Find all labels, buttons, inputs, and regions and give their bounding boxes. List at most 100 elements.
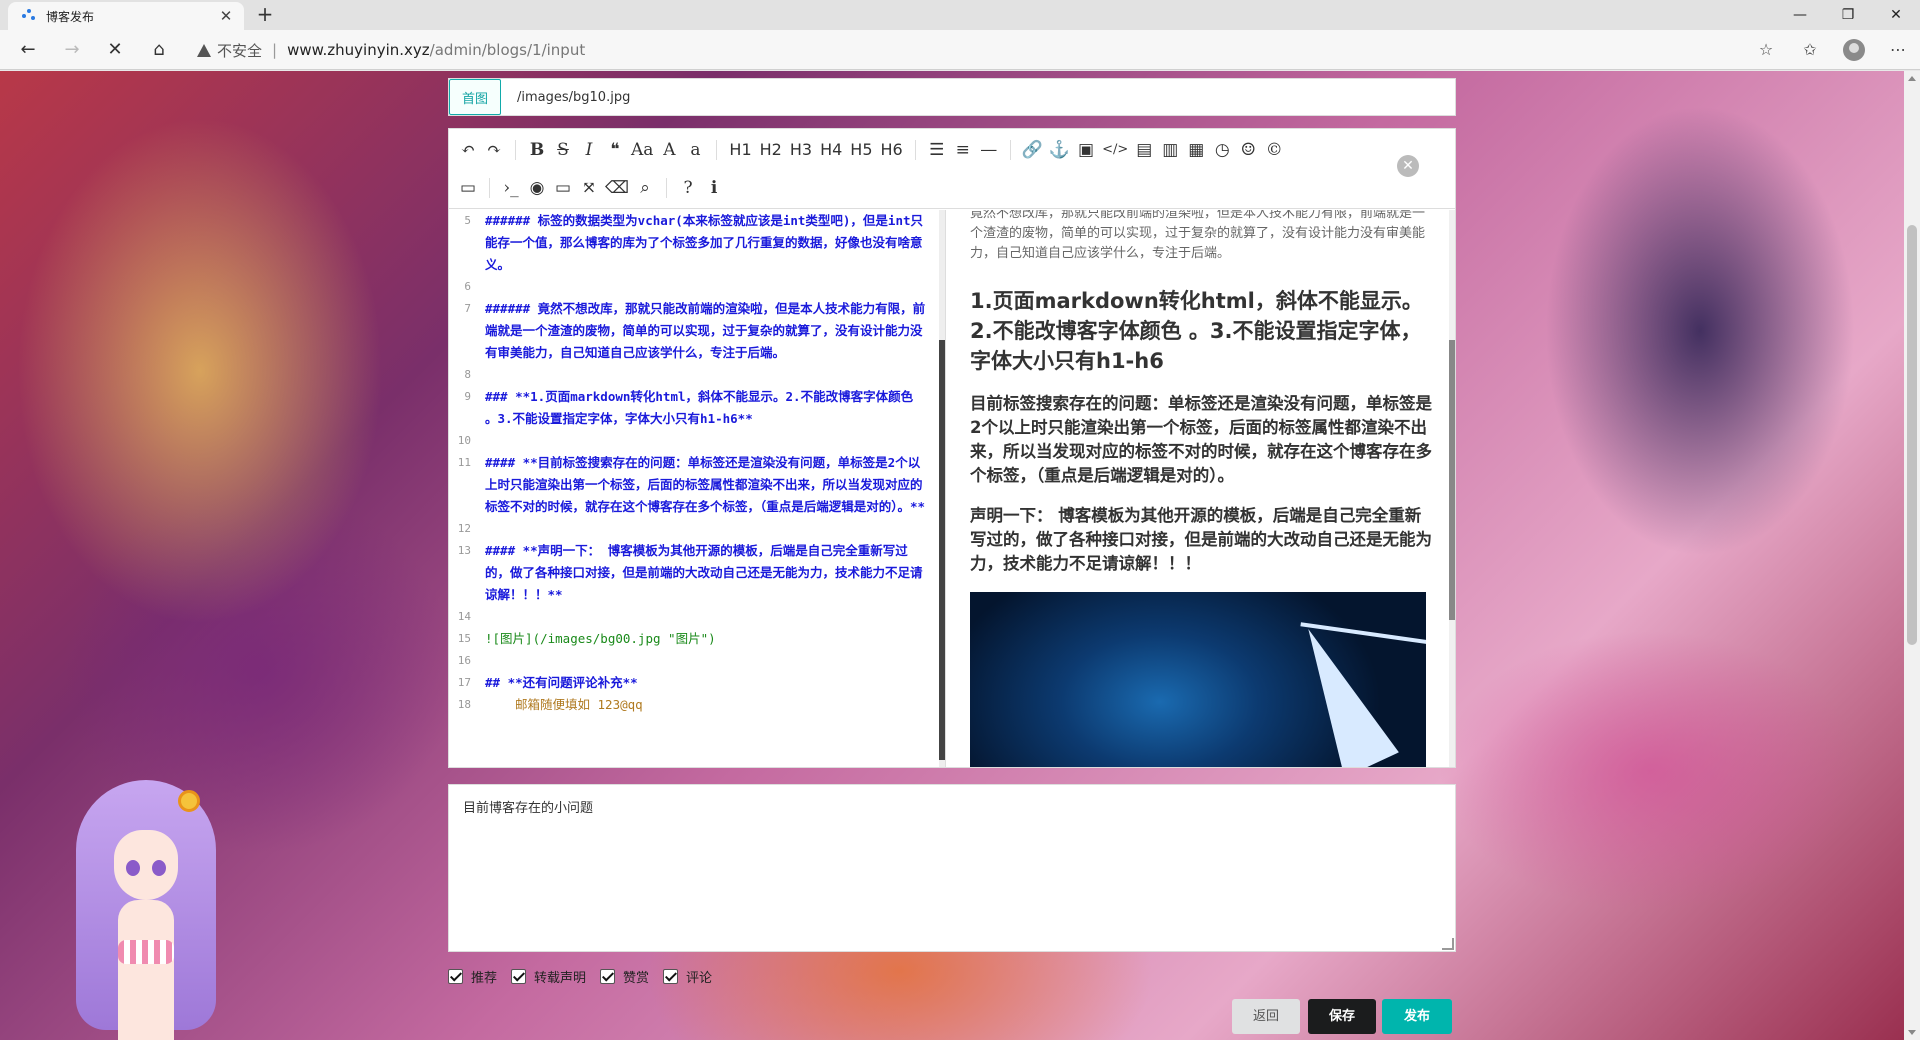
fullscreen-icon[interactable]: ⤧ xyxy=(576,174,602,202)
checkbox-appreciation[interactable]: 赞赏 xyxy=(600,967,649,986)
datetime-icon[interactable]: ◷ xyxy=(1209,136,1235,164)
more-icon[interactable]: ⋯ xyxy=(1876,36,1920,64)
code-line-text: #### **声明一下： 博客模板为其他开源的模板，后端是自己完全重新写过的，做… xyxy=(485,543,923,602)
line-number: 14 xyxy=(457,610,471,623)
scroll-up-icon[interactable] xyxy=(1908,76,1916,81)
anchor-icon[interactable]: ⚓ xyxy=(1046,136,1073,164)
search-icon[interactable]: ⌕ xyxy=(632,174,658,202)
checkbox-comments[interactable]: 评论 xyxy=(663,967,712,986)
preview-paragraph: 竟然不想改库，那就只能改前端的渲染啦，但是本人技术能力有限，前端就是一个渣渣的废… xyxy=(970,210,1426,261)
uppercase-icon[interactable]: A xyxy=(656,136,682,164)
h6-button[interactable]: H6 xyxy=(877,136,907,164)
code-line[interactable]: 14 xyxy=(449,606,945,628)
line-number: 11 xyxy=(457,456,471,469)
preview-icon[interactable]: ▭ xyxy=(550,174,576,202)
back-arrow-icon[interactable]: ← xyxy=(14,36,42,64)
editor-close-icon[interactable]: ✕ xyxy=(1397,155,1419,177)
lowercase-icon[interactable]: a xyxy=(682,136,708,164)
quote-icon[interactable]: ❝ xyxy=(602,136,628,164)
page-scrollbar-thumb[interactable] xyxy=(1907,225,1917,645)
back-button[interactable]: 返回 xyxy=(1232,999,1300,1034)
h3-button[interactable]: H3 xyxy=(786,136,816,164)
forward-arrow-icon[interactable]: → xyxy=(58,36,86,64)
goto-line-icon[interactable]: ›_ xyxy=(498,174,524,202)
close-tab-icon[interactable]: ✕ xyxy=(218,7,234,25)
code-line-text: ## **还有问题评论补充** xyxy=(485,675,638,690)
help-icon[interactable]: ? xyxy=(675,174,701,202)
code-line[interactable]: 11 #### **目前标签搜索存在的问题：单标签还是渲染没有问题，单标签是2个以… xyxy=(449,452,945,518)
clear-icon[interactable]: ⌫ xyxy=(602,174,632,202)
code-line[interactable]: 18 邮箱随便填如 123@qq xyxy=(449,694,945,716)
code-line[interactable]: 8 xyxy=(449,364,945,386)
code-icon[interactable]: </> xyxy=(1099,136,1131,164)
line-number: 17 xyxy=(457,676,471,689)
code-line[interactable]: 7 ###### 竟然不想改库，那就只能改前端的渲染啦，但是本人技术能力有限，前端… xyxy=(449,298,945,364)
h4-button[interactable]: H4 xyxy=(816,136,846,164)
h5-button[interactable]: H5 xyxy=(846,136,876,164)
table-icon[interactable]: ▦ xyxy=(1183,136,1209,164)
info-icon[interactable]: ℹ xyxy=(701,174,727,202)
new-tab-icon[interactable]: + xyxy=(254,4,276,26)
code-line[interactable]: 6 xyxy=(449,276,945,298)
checkbox-checked-icon[interactable] xyxy=(448,968,463,984)
emoji-icon[interactable]: ☺ xyxy=(1235,136,1261,164)
html-entities-icon[interactable]: © xyxy=(1261,136,1287,164)
blog-description-textarea[interactable]: 目前博客存在的小问题 xyxy=(448,784,1456,952)
favorites-icon[interactable]: ✩ xyxy=(1788,36,1832,64)
checkbox-checked-icon[interactable] xyxy=(600,968,616,984)
source-scrollbar[interactable] xyxy=(939,210,945,767)
page-break-icon[interactable]: ▭ xyxy=(455,174,481,202)
list-ol-icon[interactable]: ≡ xyxy=(950,136,976,164)
code-line[interactable]: 13 #### **声明一下： 博客模板为其他开源的模板，后端是自己完全重新写过的… xyxy=(449,540,945,606)
code-line-text: ### **1.页面markdown转化html，斜体不能显示。2.不能改博客字… xyxy=(485,389,914,426)
code-line[interactable]: 15 ![图片](/images/bg00.jpg "图片") xyxy=(449,628,945,650)
toolbar-divider xyxy=(666,178,668,198)
code-line[interactable]: 9 ### **1.页面markdown转化html，斜体不能显示。2.不能改博客… xyxy=(449,386,945,430)
window-close-icon[interactable]: ✕ xyxy=(1876,2,1916,28)
checkbox-checked-icon[interactable] xyxy=(511,968,527,984)
link-icon[interactable]: 🔗 xyxy=(1019,136,1046,164)
browser-tab[interactable]: 博客发布 ✕ xyxy=(8,2,244,30)
h2-button[interactable]: H2 xyxy=(756,136,786,164)
toolbar-row-2: ▭ ›_ ◉ ▭ ⤧ ⌫ ⌕ ? ℹ xyxy=(455,171,727,205)
home-icon[interactable]: ⌂ xyxy=(145,36,173,64)
code-line[interactable]: 16 xyxy=(449,650,945,672)
scroll-down-icon[interactable] xyxy=(1908,1030,1916,1035)
checkbox-checked-icon[interactable] xyxy=(663,968,679,984)
minimize-icon[interactable]: — xyxy=(1780,2,1820,28)
favorite-star-icon[interactable]: ☆ xyxy=(1744,36,1788,64)
save-button[interactable]: 保存 xyxy=(1308,999,1376,1034)
url-field[interactable]: 不安全 | www.zhuyinyin.xyz/admin/blogs/1/in… xyxy=(197,35,1757,65)
preformatted-code-icon[interactable]: ▤ xyxy=(1131,136,1157,164)
code-line[interactable]: 12 xyxy=(449,518,945,540)
profile-avatar[interactable] xyxy=(1832,36,1876,64)
checkbox-share-statement[interactable]: 转载声明 xyxy=(511,967,586,986)
markdown-source-pane[interactable]: 5 ###### 标签的数据类型为vchar(本来标签就应该是int类型吧)，但是… xyxy=(449,210,946,767)
code-line[interactable]: 17 ## **还有问题评论补充** xyxy=(449,672,945,694)
cover-image-input[interactable] xyxy=(501,80,1455,114)
checkbox-label: 评论 xyxy=(686,970,713,986)
code-line[interactable]: 5 ###### 标签的数据类型为vchar(本来标签就应该是int类型吧)，但是… xyxy=(449,210,945,276)
uppercase-first-icon[interactable]: Aa xyxy=(628,136,656,164)
code-line[interactable]: 10 xyxy=(449,430,945,452)
image-icon[interactable]: ▣ xyxy=(1073,136,1099,164)
bold-icon[interactable]: B xyxy=(524,136,550,164)
undo-icon[interactable]: ↶ xyxy=(455,136,481,164)
redo-icon[interactable]: ↷ xyxy=(481,136,507,164)
resize-handle-icon[interactable] xyxy=(1442,938,1454,950)
restore-icon[interactable]: ❐ xyxy=(1828,2,1868,28)
stop-loading-icon[interactable]: ✕ xyxy=(101,36,129,64)
code-block-icon[interactable]: ▥ xyxy=(1157,136,1183,164)
code-line-text: 邮箱随便填如 123@qq xyxy=(515,697,643,712)
italic-icon[interactable]: I xyxy=(576,136,602,164)
preview-scrollbar[interactable] xyxy=(1449,210,1455,767)
watch-icon[interactable]: ◉ xyxy=(524,174,550,202)
checkbox-recommend[interactable]: 推荐 xyxy=(448,967,497,986)
live2d-mascot[interactable] xyxy=(66,780,226,1040)
h1-button[interactable]: H1 xyxy=(725,136,755,164)
publish-button[interactable]: 发布 xyxy=(1382,999,1452,1034)
strikethrough-icon[interactable]: S xyxy=(550,136,576,164)
hr-icon[interactable]: — xyxy=(976,136,1002,164)
list-ul-icon[interactable]: ☰ xyxy=(924,136,950,164)
